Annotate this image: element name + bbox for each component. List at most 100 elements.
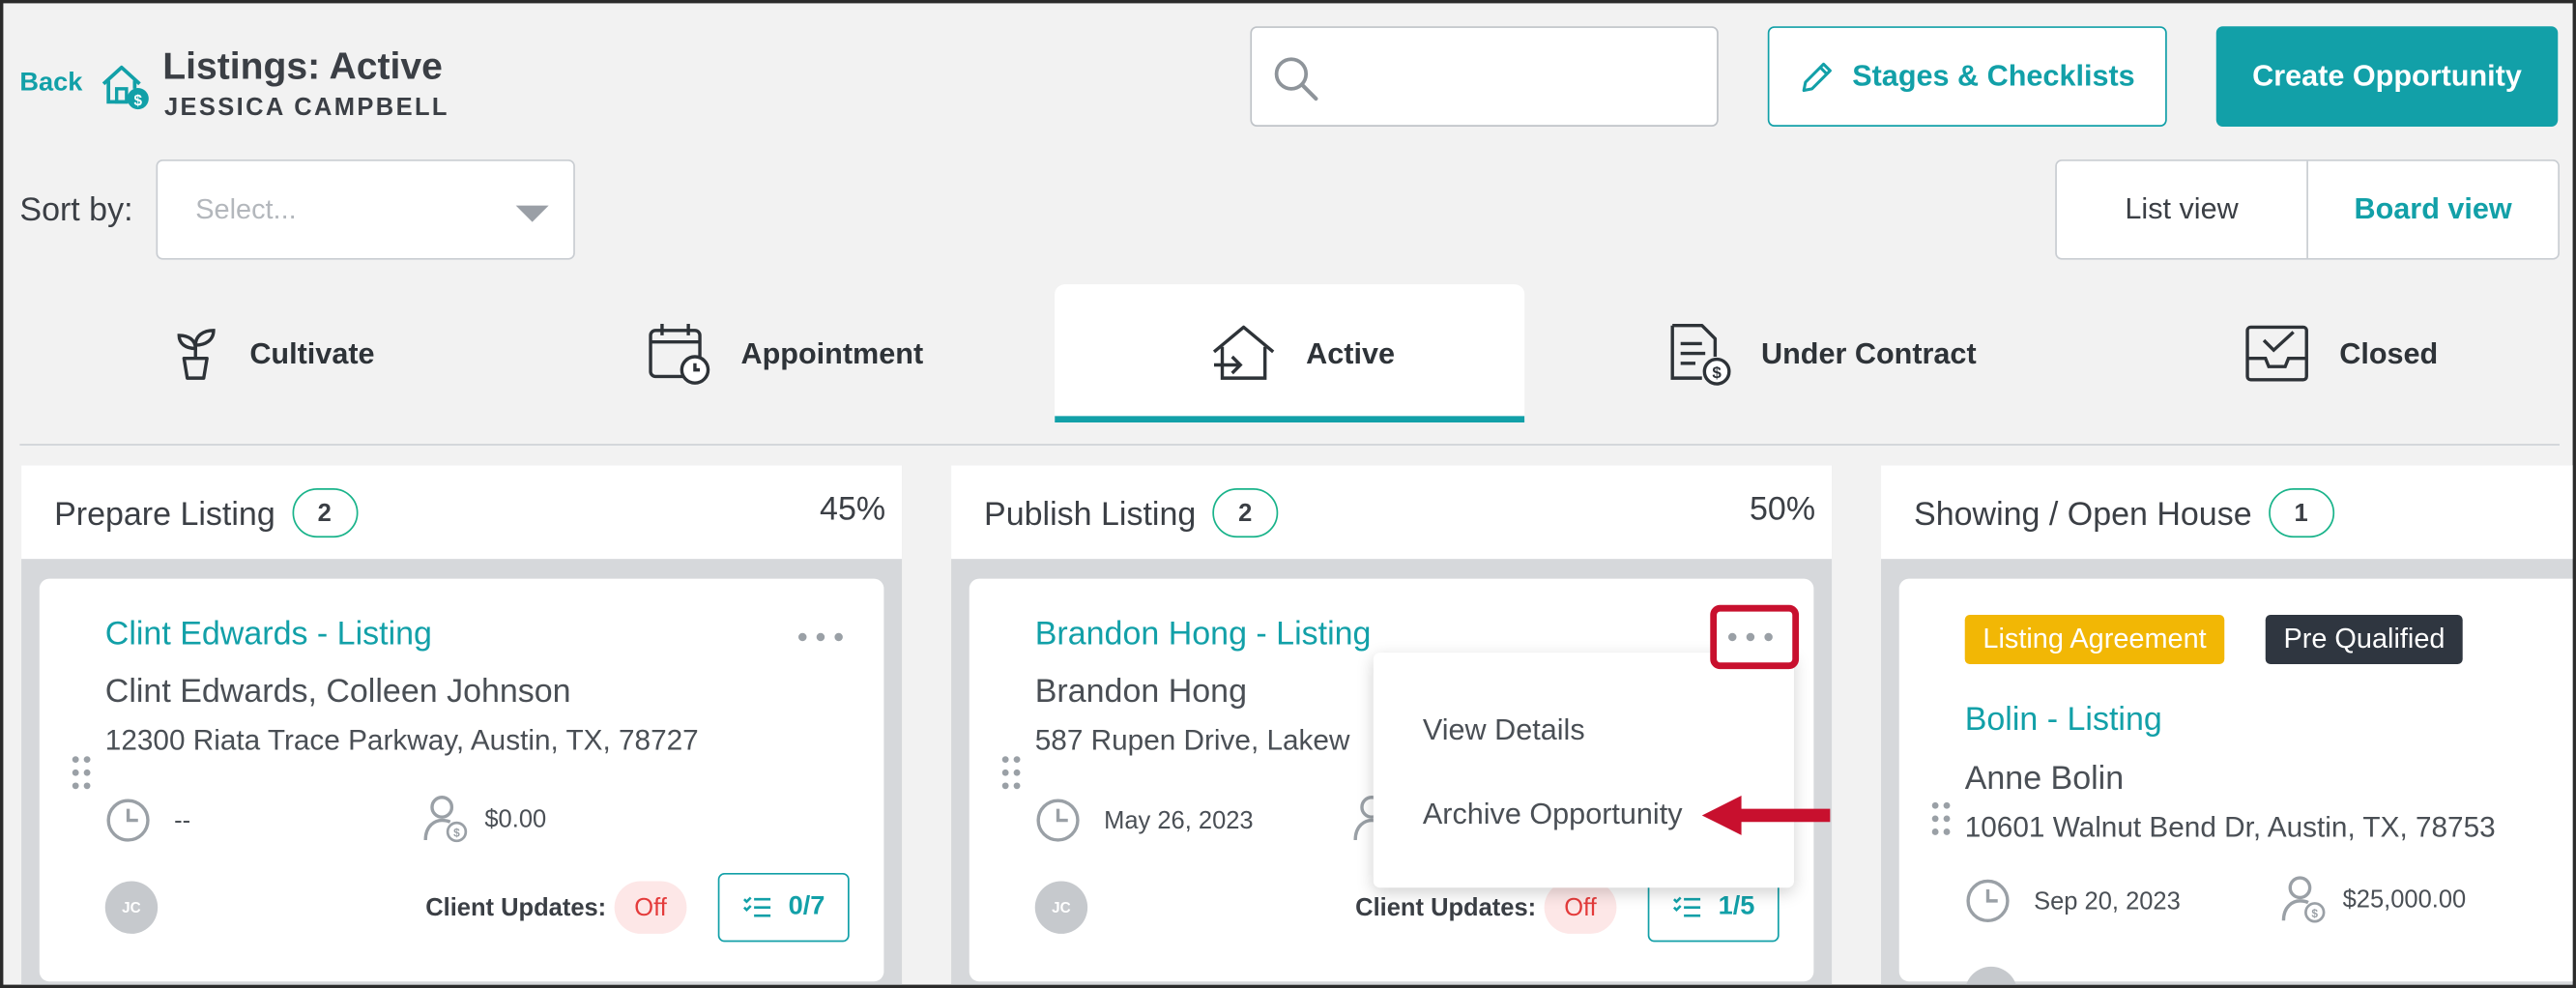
column-header: Prepare Listing 2 45% — [21, 465, 903, 560]
column-title: Publish Listing 2 — [984, 488, 1279, 540]
column-title: Prepare Listing 2 — [54, 488, 358, 540]
more-options-icon-highlighted[interactable] — [1710, 604, 1800, 670]
more-options-icon[interactable] — [1727, 628, 1778, 645]
card-options-menu: View Details Archive Opportunity — [1373, 653, 1794, 888]
column-header: Publish Listing 2 50% — [951, 465, 1833, 560]
tab-label: Under Contract — [1760, 335, 1977, 369]
column-title-text: Publish Listing — [984, 497, 1197, 534]
stages-checklists-label: Stages & Checklists — [1852, 59, 2135, 93]
card-price-text: $0.00 — [484, 804, 547, 833]
column-header: Showing / Open House 1 — [1881, 465, 2573, 560]
card-clients: Clint Edwards, Colleen Johnson — [104, 674, 571, 711]
tab-cultivate[interactable]: Cultivate — [171, 284, 375, 422]
app-window: Back $ Listings: Active JESSICA CAMPBELL… — [0, 0, 2576, 988]
card-date: -- — [105, 798, 190, 844]
annotation-arrow-icon — [1701, 796, 1831, 835]
checklist-progress-text: 0/7 — [788, 892, 825, 921]
tag-listing-agreement: Listing Agreement — [1964, 614, 2225, 665]
search-icon — [1274, 57, 1318, 102]
client-updates-status-badge[interactable]: Off — [614, 881, 687, 934]
column-title-text: Prepare Listing — [54, 497, 275, 534]
column-count-badge: 2 — [291, 488, 358, 538]
menu-item-archive-opportunity[interactable]: Archive Opportunity — [1423, 798, 1683, 832]
card-clients: Anne Bolin — [1964, 761, 2125, 798]
checklist-progress-button[interactable]: 0/7 — [717, 872, 850, 943]
page-subtitle: JESSICA CAMPBELL — [163, 93, 449, 122]
card-title-link[interactable]: Clint Edwards - Listing — [105, 617, 432, 654]
svg-text:$: $ — [2311, 907, 2318, 920]
tab-active[interactable]: Active — [1211, 284, 1395, 422]
search-input[interactable] — [1334, 50, 1695, 104]
list-view-button[interactable]: List view — [2057, 160, 2308, 258]
column-percent: 50% — [1750, 491, 1816, 528]
card-price: $ $0.00 — [422, 794, 546, 843]
avatar — [1964, 966, 2018, 985]
contract-document-icon: $ — [1670, 323, 1731, 386]
opportunity-card[interactable]: Clint Edwards - Listing Clint Edwards, C… — [39, 578, 884, 982]
search-box[interactable] — [1250, 26, 1719, 127]
stages-checklists-button[interactable]: Stages & Checklists — [1767, 26, 2167, 127]
svg-text:$: $ — [134, 93, 143, 109]
board-column-showing-open-house: Showing / Open House 1 Listing Agreement … — [1881, 465, 2573, 985]
back-link[interactable]: Back — [19, 69, 82, 99]
column-title-text: Showing / Open House — [1914, 497, 2252, 534]
tab-label: Active — [1306, 335, 1396, 369]
clock-icon — [106, 799, 150, 842]
opportunity-card[interactable]: Listing Agreement Pre Qualified Bolin - … — [1898, 578, 2573, 985]
chevron-down-icon — [515, 205, 549, 222]
card-clients: Brandon Hong — [1034, 674, 1247, 711]
sort-label: Sort by: — [19, 191, 133, 229]
card-date-text: -- — [174, 806, 191, 835]
card-address: 12300 Riata Trace Parkway, Austin, TX, 7… — [104, 723, 699, 757]
column-count-badge: 2 — [1212, 488, 1279, 538]
card-address: 587 Rupen Drive, Lakew — [1034, 723, 1350, 757]
card-date: Sep 20, 2023 — [1965, 878, 2181, 924]
tab-under-contract[interactable]: $ Under Contract — [1665, 284, 1977, 422]
card-address: 10601 Walnut Bend Dr, Austin, TX, 78753 — [1964, 810, 2496, 844]
card-title-link[interactable]: Brandon Hong - Listing — [1035, 617, 1372, 654]
board-view-button[interactable]: Board view — [2308, 161, 2558, 258]
client-updates-label: Client Updates: — [425, 894, 607, 922]
card-price: $ $25,000.00 — [2280, 875, 2466, 924]
view-toggle: List view Board view — [2055, 159, 2560, 260]
board-column-prepare-listing: Prepare Listing 2 45% Clint Edwards - Lis… — [21, 465, 903, 985]
column-count-badge: 1 — [2268, 488, 2334, 538]
inbox-check-icon — [2245, 325, 2308, 382]
tab-label: Appointment — [740, 335, 924, 369]
clock-icon — [1966, 879, 2010, 922]
avatar: JC — [1034, 881, 1088, 934]
tab-appointment[interactable]: Appointment — [646, 284, 923, 422]
card-price-text: $25,000.00 — [2342, 885, 2467, 914]
checklist-progress-text: 1/5 — [1718, 892, 1755, 921]
checklist-icon — [742, 896, 770, 917]
pencil-icon — [1803, 61, 1833, 92]
column-percent: 45% — [820, 491, 886, 528]
sort-select[interactable]: Select... — [156, 159, 575, 260]
drag-handle-icon[interactable] — [1931, 801, 1952, 838]
drag-handle-icon[interactable] — [72, 756, 92, 792]
tab-label: Cultivate — [249, 335, 375, 369]
person-dollar-icon: $ — [423, 796, 468, 843]
house-arrow-icon — [1212, 325, 1275, 380]
create-opportunity-button[interactable]: Create Opportunity — [2215, 26, 2559, 127]
more-options-icon[interactable] — [798, 628, 848, 645]
person-dollar-icon: $ — [2281, 876, 2326, 923]
tab-closed[interactable]: Closed — [2244, 284, 2439, 422]
client-updates-status-badge[interactable]: Off — [1544, 881, 1617, 934]
avatar: JC — [104, 881, 159, 934]
card-date-text: Sep 20, 2023 — [2034, 886, 2181, 915]
tab-label: Closed — [2339, 335, 2439, 369]
checklist-icon — [1672, 896, 1700, 917]
clock-icon — [1036, 799, 1080, 842]
svg-text:$: $ — [453, 827, 460, 840]
svg-text:$: $ — [1712, 363, 1722, 382]
card-title-link[interactable]: Bolin - Listing — [1965, 702, 2162, 740]
drag-handle-icon[interactable] — [1001, 756, 1022, 792]
divider — [19, 444, 2560, 446]
client-updates-label: Client Updates: — [1355, 894, 1537, 922]
card-date-text: May 26, 2023 — [1104, 806, 1254, 835]
sort-placeholder: Select... — [195, 193, 297, 225]
tag-pre-qualified: Pre Qualified — [2265, 614, 2464, 665]
menu-item-view-details[interactable]: View Details — [1423, 713, 1585, 748]
calendar-clock-icon — [649, 323, 710, 385]
